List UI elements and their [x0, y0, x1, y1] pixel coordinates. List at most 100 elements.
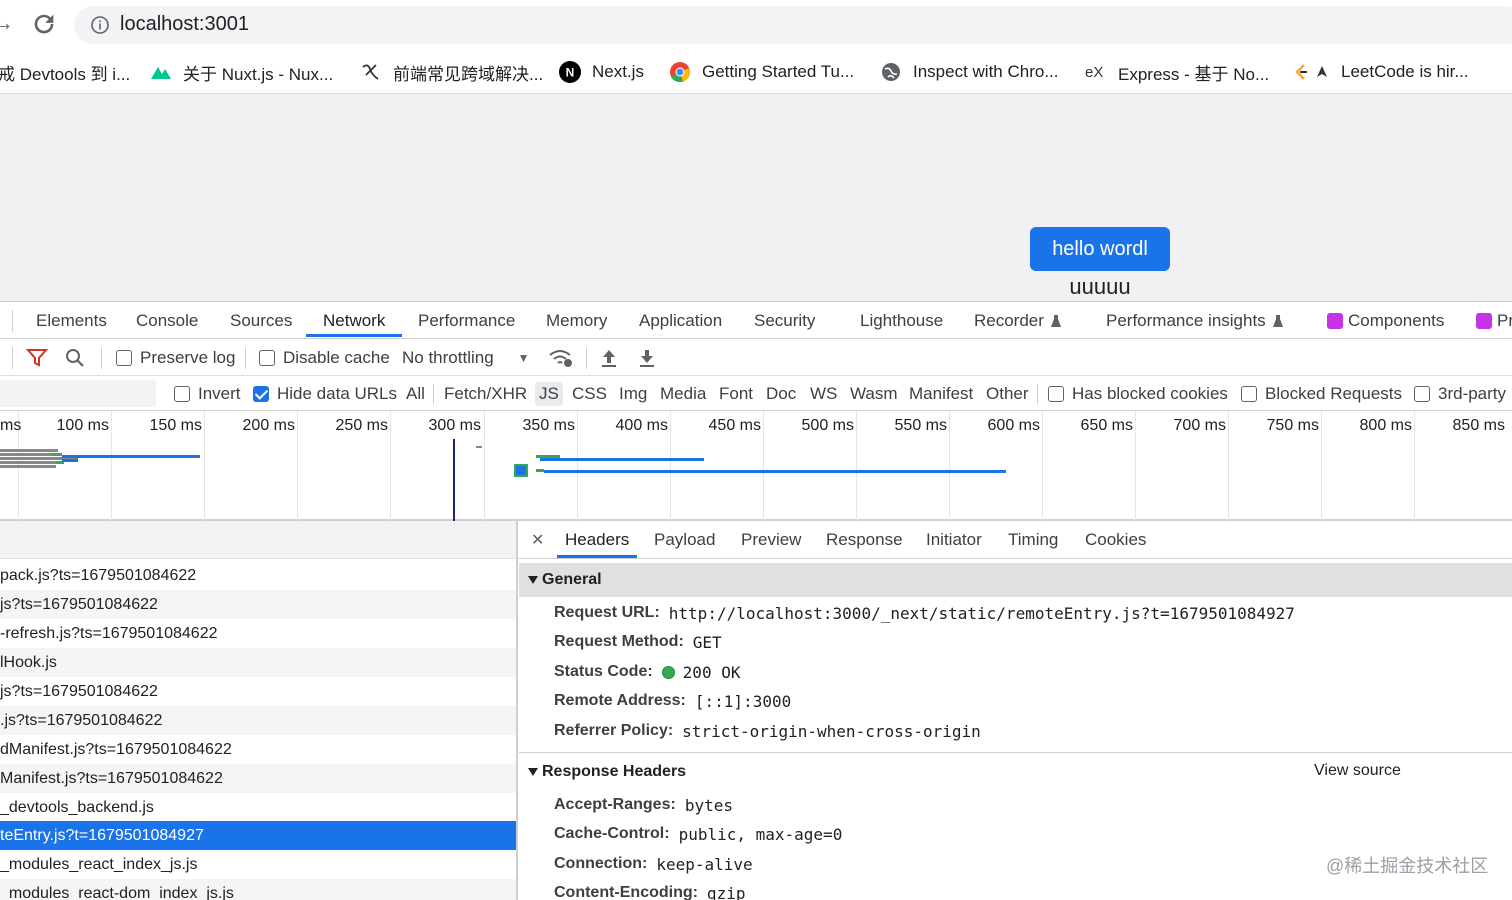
request-url-row: Request URL: http://localhost:3000/_next/…: [554, 598, 1295, 628]
invert-toggle[interactable]: Invert: [174, 376, 241, 411]
tab-payload[interactable]: Payload: [654, 521, 715, 558]
tab-headers[interactable]: Headers: [565, 521, 629, 558]
request-row[interactable]: _devtools_backend.js: [0, 793, 516, 822]
blocked-requests-checkbox[interactable]: [1241, 385, 1257, 402]
tab-console[interactable]: Console: [136, 302, 198, 339]
status-ok-icon: [661, 665, 675, 679]
tab-preview[interactable]: Preview: [741, 521, 801, 558]
request-row[interactable]: js?ts=1679501084622: [0, 677, 516, 706]
tab-components[interactable]: Components: [1327, 302, 1444, 339]
tab-application[interactable]: Application: [639, 302, 722, 339]
request-row[interactable]: _modules_react-dom_index_js.js: [0, 879, 516, 900]
tab-timing[interactable]: Timing: [1008, 521, 1058, 558]
address-bar[interactable]: [74, 6, 1512, 44]
invert-label: Invert: [198, 383, 241, 403]
url-text[interactable]: localhost:3001: [120, 13, 249, 36]
request-row[interactable]: Manifest.js?ts=1679501084622: [0, 764, 516, 793]
filter-css[interactable]: CSS: [572, 376, 607, 411]
general-section-header[interactable]: General: [519, 563, 1512, 597]
search-icon[interactable]: [64, 347, 86, 369]
hide-data-urls-label: Hide data URLs: [277, 383, 398, 403]
bookmark-cors[interactable]: 前端常见跨域解决...: [360, 50, 543, 94]
preserve-log-checkbox[interactable]: [116, 349, 132, 366]
timeline-bar: [62, 459, 78, 462]
has-blocked-cookies-checkbox[interactable]: [1048, 385, 1064, 402]
tab-recorder[interactable]: Recorder: [974, 302, 1062, 339]
bookmark-devtools[interactable]: 戒 Devtools 到 i...: [0, 50, 130, 94]
network-toolbar: Preserve log Disable cache No throttling…: [0, 339, 1512, 376]
filter-icon[interactable]: [26, 348, 48, 368]
view-source-link[interactable]: View source: [1314, 762, 1401, 780]
filter-media[interactable]: Media: [660, 376, 706, 411]
tab-cookies[interactable]: Cookies: [1085, 521, 1146, 558]
bookmark-getting-started[interactable]: Getting Started Tu...: [669, 50, 854, 94]
timeline-bar: [0, 449, 58, 452]
request-row[interactable]: dManifest.js?ts=1679501084622: [0, 735, 516, 764]
timeline-bar: [62, 455, 200, 458]
filter-img[interactable]: Img: [619, 376, 647, 411]
devtools-tab-bar: Elements Console Sources Network Perform…: [0, 301, 1512, 339]
request-row[interactable]: js?ts=1679501084622: [0, 590, 516, 619]
invert-checkbox[interactable]: [174, 385, 190, 402]
request-list-header[interactable]: [0, 521, 516, 559]
active-detail-tab-indicator: [557, 555, 637, 558]
forward-arrow-icon[interactable]: →: [0, 10, 14, 36]
tab-security[interactable]: Security: [754, 302, 815, 339]
request-row[interactable]: pack.js?ts=1679501084622: [0, 561, 516, 590]
third-party-checkbox[interactable]: [1414, 385, 1430, 402]
reload-icon[interactable]: [30, 10, 58, 38]
blocked-requests-toggle[interactable]: Blocked Requests: [1241, 376, 1402, 411]
bookmark-leetcode[interactable]: LeetCode is hir...: [1294, 50, 1469, 94]
bookmark-inspect[interactable]: Inspect with Chro...: [880, 50, 1059, 94]
tab-sources[interactable]: Sources: [230, 302, 292, 339]
tab-initiator[interactable]: Initiator: [926, 521, 982, 558]
hide-data-urls-toggle[interactable]: Hide data URLs: [253, 376, 397, 411]
filter-input[interactable]: [0, 380, 156, 407]
close-icon[interactable]: ✕: [531, 521, 544, 558]
divider: [245, 347, 246, 369]
third-party-toggle[interactable]: 3rd-party: [1414, 376, 1506, 411]
tab-elements[interactable]: Elements: [36, 302, 107, 339]
filter-all[interactable]: All: [406, 376, 425, 411]
upload-icon[interactable]: [600, 348, 618, 368]
has-blocked-cookies-toggle[interactable]: Has blocked cookies: [1048, 376, 1228, 411]
request-row[interactable]: .js?ts=1679501084622: [0, 706, 516, 735]
request-row[interactable]: lHook.js: [0, 648, 516, 677]
tab-performance-insights[interactable]: Performance insights: [1106, 302, 1284, 339]
bookmark-nuxt[interactable]: 关于 Nuxt.js - Nux...: [150, 50, 333, 94]
tab-memory[interactable]: Memory: [546, 302, 607, 339]
tab-profiler[interactable]: Pr: [1476, 302, 1512, 339]
info-icon[interactable]: [90, 15, 110, 35]
filter-font[interactable]: Font: [719, 376, 753, 411]
tab-lighthouse[interactable]: Lighthouse: [860, 302, 943, 339]
bookmark-label: Inspect with Chro...: [913, 62, 1059, 81]
preserve-log-toggle[interactable]: Preserve log: [116, 339, 235, 376]
bookmark-nextjs[interactable]: N Next.js: [559, 50, 644, 94]
filter-manifest[interactable]: Manifest: [909, 376, 973, 411]
tab-components-label: Components: [1348, 310, 1445, 330]
download-icon[interactable]: [638, 348, 656, 368]
filter-fetch-xhr[interactable]: Fetch/XHR: [444, 376, 527, 411]
bookmark-express[interactable]: eX Express - 基于 No...: [1085, 50, 1269, 94]
filter-ws[interactable]: WS: [810, 376, 837, 411]
hide-data-urls-checkbox[interactable]: [253, 385, 269, 402]
timeline-bar: [52, 453, 60, 456]
disable-cache-toggle[interactable]: Disable cache: [259, 339, 390, 376]
network-timeline-overview[interactable]: ms 100 ms 150 ms 200 ms 250 ms 300 ms 35…: [0, 411, 1512, 521]
filter-doc[interactable]: Doc: [766, 376, 796, 411]
request-row[interactable]: -refresh.js?ts=1679501084622: [0, 619, 516, 648]
tab-performance[interactable]: Performance: [418, 302, 515, 339]
tab-performance-insights-label: Performance insights: [1106, 310, 1266, 330]
header-key: Content-Encoding:: [554, 884, 698, 900]
bookmark-label: Next.js: [592, 62, 644, 81]
hello-button[interactable]: hello wordl: [1030, 227, 1170, 271]
filter-wasm[interactable]: Wasm: [850, 376, 898, 411]
filter-other[interactable]: Other: [986, 376, 1029, 411]
request-row-selected[interactable]: teEntry.js?t=1679501084927: [0, 821, 516, 850]
disable-cache-checkbox[interactable]: [259, 349, 275, 366]
tab-response[interactable]: Response: [826, 521, 903, 558]
network-conditions-icon[interactable]: [548, 347, 574, 369]
request-row[interactable]: _modules_react_index_js.js: [0, 850, 516, 879]
throttling-select[interactable]: No throttling ▼: [402, 339, 530, 376]
filter-js[interactable]: JS: [535, 376, 563, 411]
